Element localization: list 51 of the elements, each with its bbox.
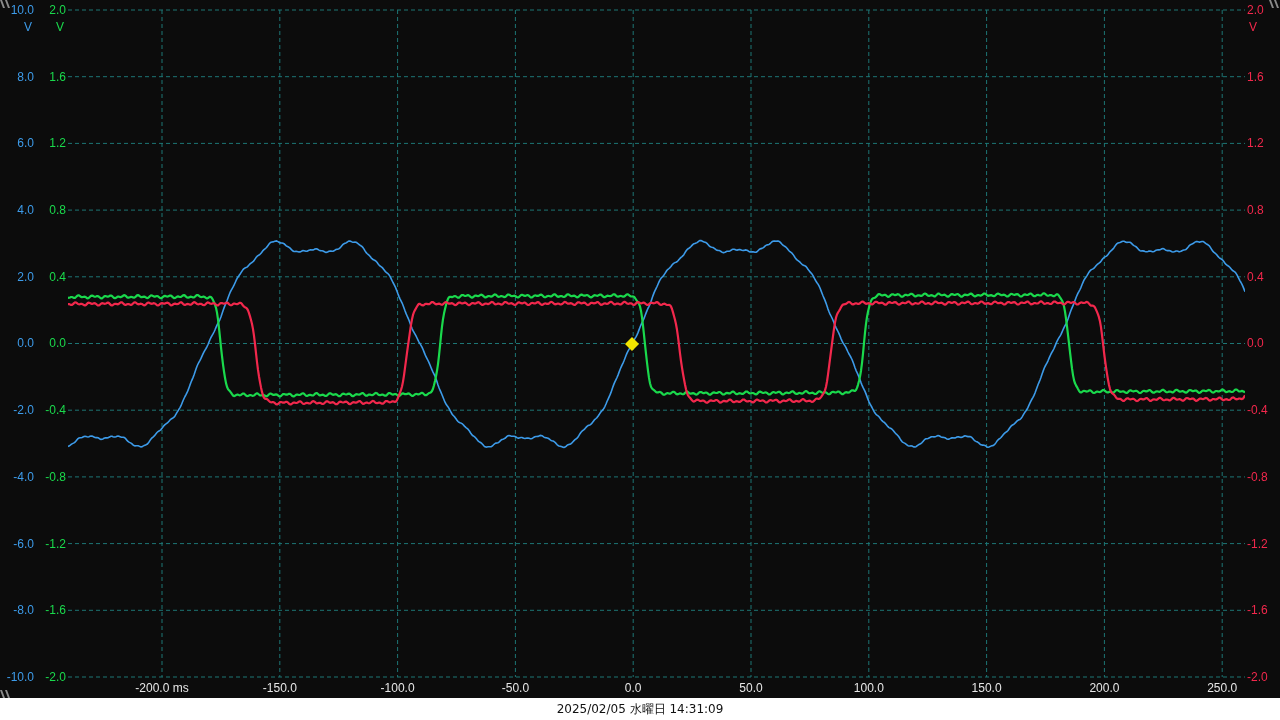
axis-tick-label: 6.0 bbox=[17, 136, 34, 151]
axis-tick-label: -0.4 bbox=[1247, 403, 1268, 418]
hatch-mark-icon bbox=[1269, 0, 1279, 8]
axis-tick-label: 0.8 bbox=[49, 203, 66, 218]
axis-tick-label: -10.0 bbox=[6, 669, 34, 684]
axis-tick-label: -4.0 bbox=[13, 469, 34, 484]
axis-tick-label: -0.4 bbox=[45, 403, 66, 418]
time-tick-label: 100.0 bbox=[853, 681, 884, 695]
axis-tick-label: -0.8 bbox=[1247, 469, 1268, 484]
axis-tick-label: 0.8 bbox=[1247, 203, 1264, 218]
axis-tick-label: 10.0 bbox=[10, 3, 34, 17]
axis-tick-label: -1.6 bbox=[45, 603, 66, 618]
axis-tick-label: -6.0 bbox=[13, 536, 34, 551]
axis-tick-label: 0.0 bbox=[1247, 336, 1264, 351]
time-tick-label: 250.0 bbox=[1207, 681, 1238, 695]
timestamp: 2025/02/05 水曜日 14:31:09 bbox=[556, 700, 724, 718]
axis-tick-label: -1.2 bbox=[1247, 536, 1268, 551]
axis-tick-label: 0.0 bbox=[17, 336, 34, 351]
axis-unit-label: V bbox=[56, 20, 64, 34]
time-tick-label: 200.0 bbox=[1089, 681, 1120, 695]
axis-tick-label: 1.2 bbox=[49, 136, 66, 151]
axis-tick-label: 2.0 bbox=[1247, 3, 1264, 17]
time-tick-label: 150.0 bbox=[971, 681, 1002, 695]
axis-tick-label: 0.4 bbox=[1247, 269, 1264, 284]
axis-tick-label: 1.6 bbox=[49, 69, 66, 84]
axis-tick-label: 1.6 bbox=[1247, 69, 1264, 84]
hatch-mark-icon bbox=[0, 690, 10, 698]
axis-tick-label: 0.4 bbox=[49, 269, 66, 284]
time-tick-label: 50.0 bbox=[739, 681, 763, 695]
trigger-marker-icon[interactable] bbox=[625, 337, 639, 351]
time-tick-label: -100.0 bbox=[380, 681, 415, 695]
axis-tick-label: -2.0 bbox=[45, 669, 66, 684]
time-tick-label: -200.0 ms bbox=[135, 681, 189, 695]
time-tick-label: -50.0 bbox=[501, 681, 530, 695]
axis-tick-label: 2.0 bbox=[17, 269, 34, 284]
axis-tick-label: 0.0 bbox=[49, 336, 66, 351]
axis-tick-label: -8.0 bbox=[13, 603, 34, 618]
axis-tick-label: -1.2 bbox=[45, 536, 66, 551]
axis-tick-label: -2.0 bbox=[1247, 669, 1268, 684]
hatch-mark-icon bbox=[0, 0, 10, 8]
axis-unit-label: V bbox=[24, 20, 32, 34]
axis-unit-label: V bbox=[1249, 20, 1257, 34]
axis-tick-label: -0.8 bbox=[45, 469, 66, 484]
time-tick-label: -150.0 bbox=[262, 681, 297, 695]
axis-tick-label: 2.0 bbox=[49, 3, 66, 17]
time-tick-label: 0.0 bbox=[624, 681, 642, 695]
axis-tick-label: 4.0 bbox=[17, 203, 34, 218]
axis-tick-label: -1.6 bbox=[1247, 603, 1268, 618]
axis-tick-label: 8.0 bbox=[17, 69, 34, 84]
axis-tick-label: -2.0 bbox=[13, 403, 34, 418]
axis-tick-label: 1.2 bbox=[1247, 136, 1264, 151]
